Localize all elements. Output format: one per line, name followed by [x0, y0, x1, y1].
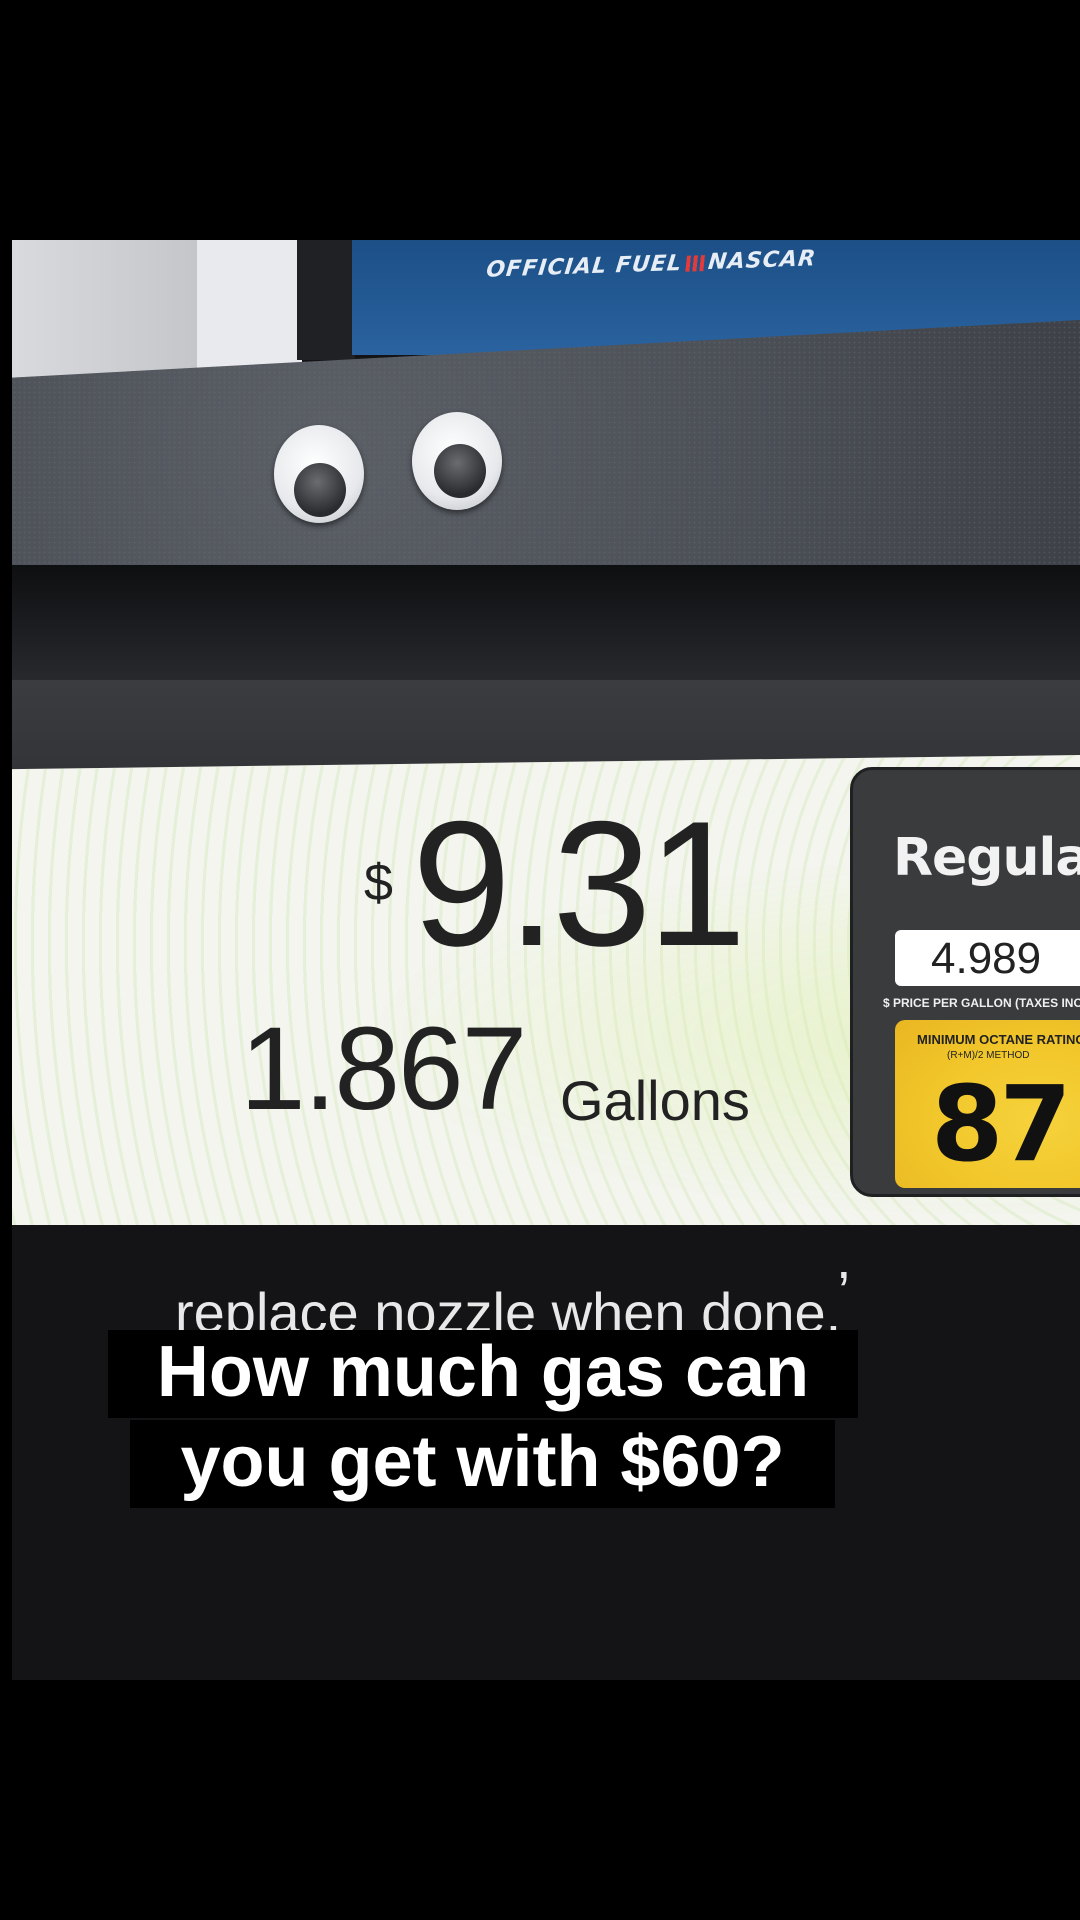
gallons-label: Gallons [560, 1069, 750, 1132]
pupil [294, 463, 346, 517]
banner-right-text: NASCAR [706, 246, 818, 276]
dollar-sign: $ [364, 854, 393, 912]
googly-eye-right-icon [412, 412, 502, 510]
gallons-value: 1.867 [240, 1003, 527, 1135]
stripes-icon [685, 255, 705, 272]
sale-amount: 9.31 [412, 784, 746, 983]
gas-pump-scene: OFFICIAL FUEL NASCAR $ 9.31 1.867 Gallons… [12, 240, 1080, 1680]
banner-text: OFFICIAL FUEL NASCAR [485, 246, 817, 282]
octane-rating-box: MINIMUM OCTANE RATING (R+M)/2 METHOD 87 [895, 1020, 1080, 1188]
pump-pole [297, 240, 355, 360]
octane-value: 87 [931, 1063, 1072, 1185]
pupil [434, 444, 486, 498]
octane-title: MINIMUM OCTANE RATING [917, 1032, 1080, 1047]
octane-method: (R+M)/2 METHOD [947, 1050, 1030, 1061]
housing-shadow [12, 565, 1080, 695]
banner-left-text: OFFICIAL FUEL [484, 250, 684, 283]
price-per-gallon-label: $ PRICE PER GALLON (TAXES INCLU [883, 996, 1080, 1010]
price-per-gallon-box: 4.989 [895, 930, 1080, 986]
price-per-gallon: 4.989 [931, 934, 1042, 983]
grade-name: Regular [893, 828, 1080, 888]
background-wall [12, 240, 197, 390]
fuel-grade-card[interactable]: Regular 4.989 $ PRICE PER GALLON (TAXES … [850, 767, 1080, 1197]
googly-eye-left-icon [274, 425, 364, 523]
pump-instruction-text: replace nozzle when done. [175, 1281, 842, 1344]
pump-display: $ 9.31 1.867 Gallons Regular 4.989 $ PRI… [12, 755, 1080, 1225]
background-window [197, 240, 302, 370]
